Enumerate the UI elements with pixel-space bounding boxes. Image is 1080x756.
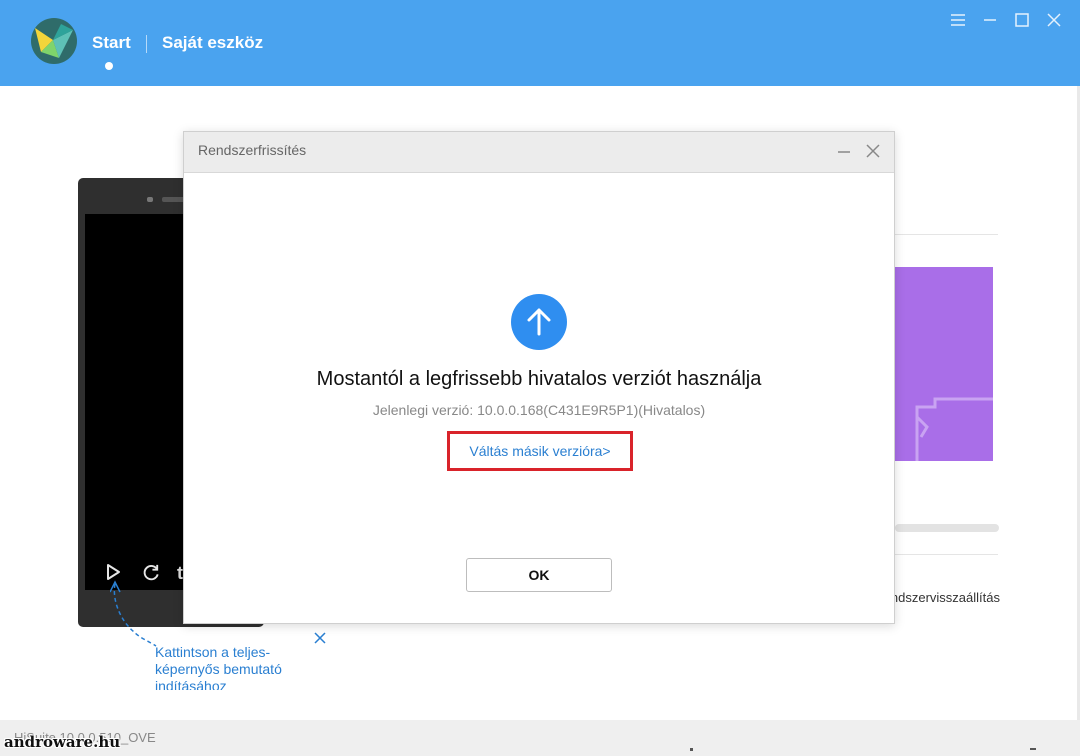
dialog-close-icon[interactable]	[865, 143, 881, 159]
hisuite-logo	[31, 18, 77, 64]
progress-bar	[895, 524, 999, 532]
watermark-text: androware.hu	[4, 733, 121, 751]
system-update-dialog: Rendszerfrissítés Mostantól a legfrisseb…	[183, 131, 895, 624]
hint-arrow-icon	[110, 580, 157, 647]
panel-divider	[895, 554, 998, 555]
system-restore-link[interactable]: Rendszervisszaállítás	[885, 590, 1000, 605]
phone-camera	[147, 197, 153, 202]
nav-tab-start[interactable]: Start	[92, 33, 131, 53]
minimize-icon[interactable]	[980, 10, 1000, 30]
dialog-titlebar: Rendszerfrissítés	[184, 132, 894, 173]
menu-icon[interactable]	[948, 10, 968, 30]
ok-button[interactable]: OK	[466, 558, 612, 592]
dialog-title: Rendszerfrissítés	[198, 142, 307, 158]
arrow-up-icon	[511, 294, 567, 350]
update-status-headline: Mostantól a legfrissebb hivatalos verzió…	[316, 368, 762, 390]
footer-mark	[1030, 748, 1036, 750]
maximize-icon[interactable]	[1012, 10, 1032, 30]
close-icon[interactable]	[1044, 10, 1064, 30]
hint-close-icon[interactable]	[313, 631, 327, 645]
nav-separator	[146, 35, 147, 53]
nav-tab-my-device[interactable]: Saját eszköz	[162, 33, 263, 53]
fullscreen-hint-text: Kattintson a teljes-képernyős bemutató i…	[155, 644, 282, 690]
active-tab-indicator	[105, 62, 113, 70]
dialog-minimize-icon[interactable]	[836, 144, 852, 160]
footer-mark	[690, 748, 693, 751]
promo-card[interactable]	[895, 267, 993, 461]
panel-divider	[895, 234, 998, 235]
play-icon[interactable]	[103, 562, 123, 582]
status-bar	[0, 720, 1080, 756]
current-version-text: Jelenlegi verzió: 10.0.0.168(C431E9R5P1)…	[372, 402, 706, 418]
phone-screen[interactable]	[85, 214, 195, 590]
switch-version-link[interactable]: Váltás másik verzióra>	[447, 431, 633, 471]
